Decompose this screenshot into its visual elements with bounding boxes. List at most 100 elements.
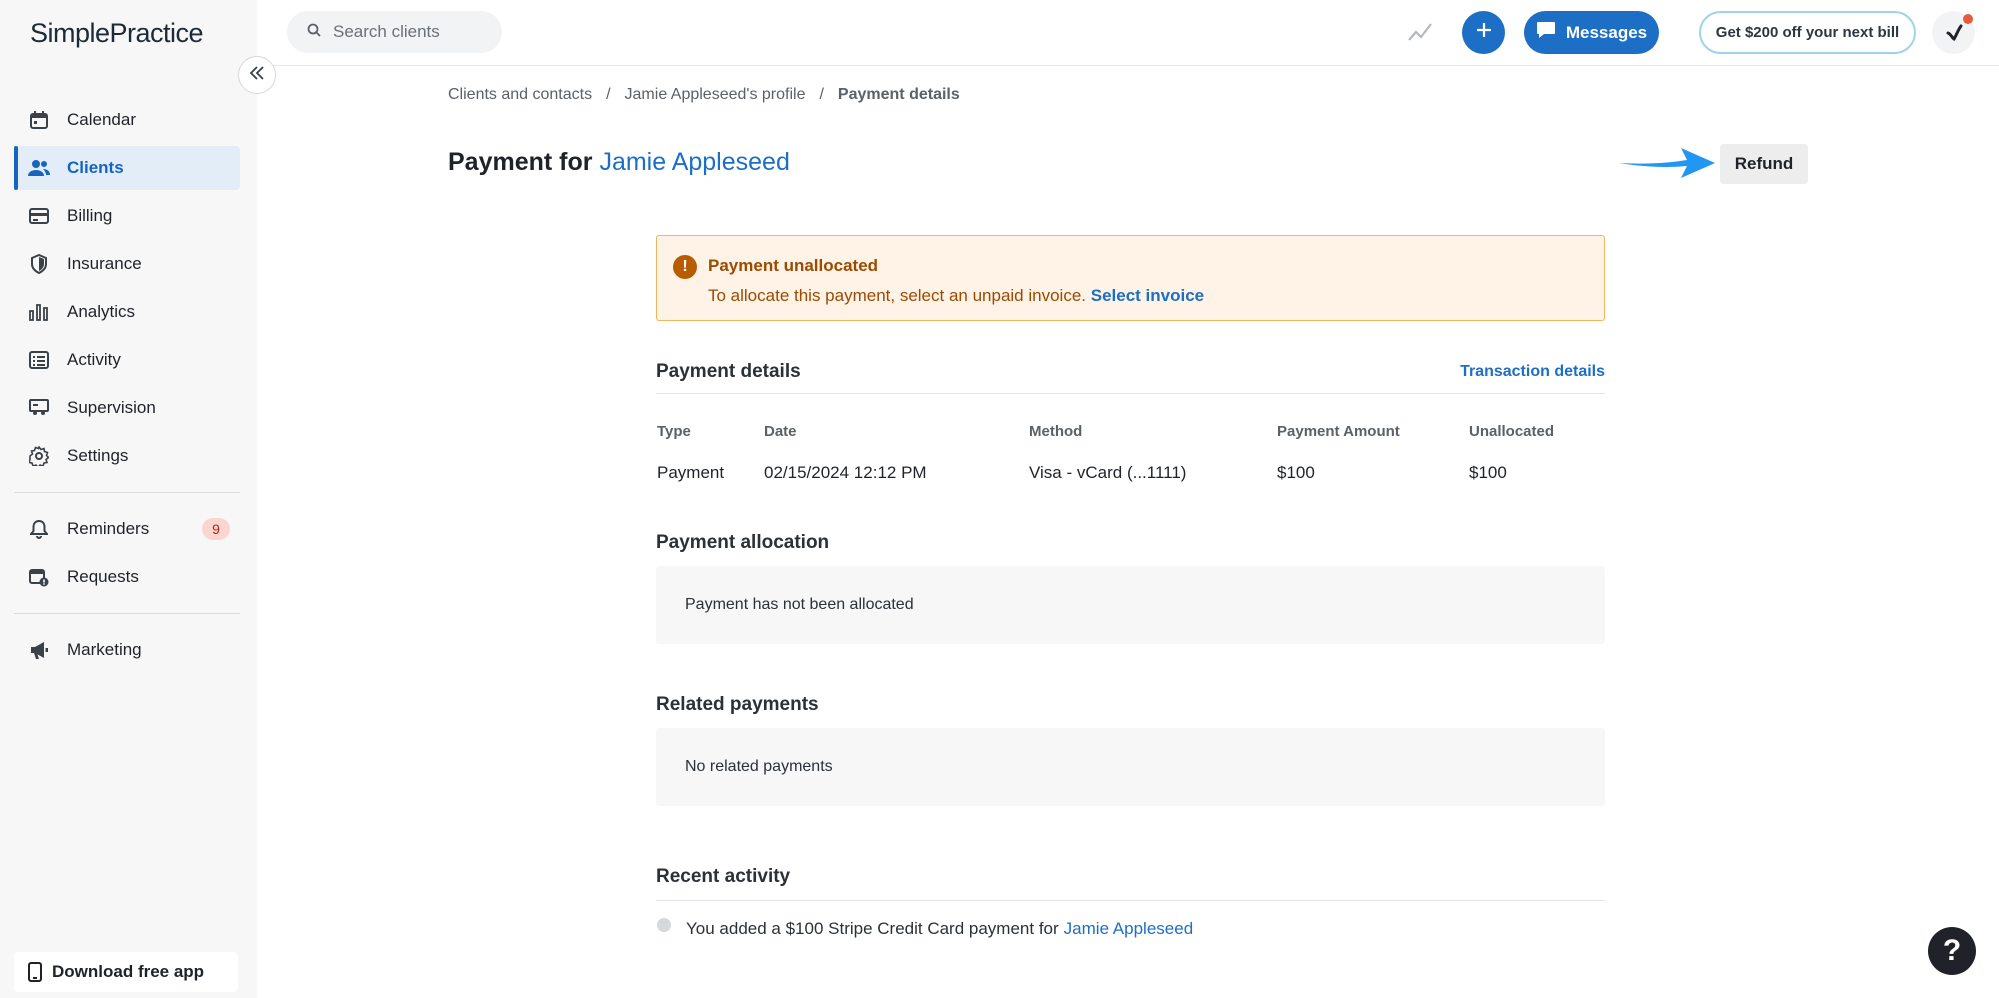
promo-offer-button[interactable]: Get $200 off your next bill — [1699, 11, 1916, 54]
table-cell: $100 — [1277, 463, 1315, 482]
related-payments-section: Related payments No related payments — [656, 694, 1605, 806]
sidebar-item-insurance[interactable]: Insurance — [14, 242, 240, 286]
payment-details-section: Payment details Transaction details Type… — [656, 361, 1605, 488]
gear-icon — [28, 445, 50, 467]
plus-icon — [1476, 22, 1492, 43]
top-bar: Messages Get $200 off your next bill — [257, 0, 1999, 66]
column-header: Method — [1029, 422, 1083, 440]
transaction-details-link[interactable]: Transaction details — [1460, 363, 1605, 381]
section-title: Related payments — [656, 694, 819, 715]
sidebar-item-marketing[interactable]: Marketing — [14, 628, 240, 672]
chat-bubble-icon — [1536, 21, 1556, 44]
sidebar-item-label: Insurance — [67, 254, 142, 273]
sidebar-item-label: Activity — [67, 350, 121, 369]
activity-client-link[interactable]: Jamie Appleseed — [1064, 919, 1193, 939]
user-logo-icon — [1946, 24, 1962, 41]
sidebar: SimplePractice Calendar Clients Billing … — [0, 0, 257, 998]
shield-icon — [28, 253, 50, 275]
recent-activity-section: Recent activity You added a $100 Stripe … — [656, 866, 1605, 939]
sidebar-item-reminders[interactable]: Reminders 9 — [14, 507, 240, 551]
section-header: Payment details Transaction details — [656, 361, 1605, 394]
sidebar-item-analytics[interactable]: Analytics — [14, 290, 240, 334]
table-header-row: Type Date Method Payment Amount Unalloca… — [656, 416, 1605, 446]
analytics-icon — [28, 301, 50, 323]
sidebar-item-label: Billing — [67, 206, 113, 225]
nav-divider — [14, 492, 240, 493]
messages-label: Messages — [1565, 22, 1648, 42]
search-icon — [307, 23, 321, 42]
column-header: Unallocated — [1469, 422, 1555, 440]
section-header: Recent activity — [656, 866, 1605, 901]
table-cell: $100 — [1469, 463, 1507, 482]
sidebar-item-label: Requests — [67, 567, 139, 586]
search-input[interactable] — [333, 22, 483, 42]
breadcrumb-clients-link[interactable]: Clients and contacts — [448, 86, 592, 104]
column-header: Type — [657, 422, 691, 440]
table-row: Payment 02/15/2024 12:12 PM Visa - vCard… — [656, 458, 1605, 488]
supervision-icon — [28, 397, 50, 419]
list-item: You added a $100 Stripe Credit Card paym… — [656, 918, 1605, 939]
user-avatar[interactable] — [1932, 11, 1975, 54]
sidebar-item-activity[interactable]: Activity — [14, 338, 240, 382]
messages-button[interactable]: Messages — [1524, 11, 1659, 54]
arrow-annotation-icon — [1617, 143, 1717, 188]
payment-details-table: Type Date Method Payment Amount Unalloca… — [656, 416, 1605, 488]
sidebar-item-settings[interactable]: Settings — [14, 434, 240, 478]
search-box[interactable] — [287, 11, 502, 53]
sidebar-nav: Calendar Clients Billing Insurance Analy… — [14, 98, 240, 676]
megaphone-icon — [28, 639, 50, 661]
sidebar-item-label: Reminders — [67, 519, 150, 538]
sidebar-item-label: Calendar — [67, 110, 136, 129]
create-new-button[interactable] — [1462, 11, 1505, 54]
sidebar-item-calendar[interactable]: Calendar — [14, 98, 240, 142]
calendar-icon — [28, 109, 50, 131]
reminders-count-badge: 9 — [202, 518, 230, 540]
double-chevron-left-icon — [249, 65, 265, 85]
sidebar-item-label: Settings — [67, 446, 129, 465]
page-title-prefix: Payment for — [448, 148, 593, 176]
table-cell: Visa - vCard (...1111) — [1029, 463, 1187, 482]
bell-icon — [28, 518, 50, 540]
table-cell: Payment — [657, 463, 725, 482]
related-empty-state: No related payments — [656, 728, 1605, 806]
trend-chart-icon[interactable] — [1407, 20, 1433, 49]
sidebar-item-label: Marketing — [67, 640, 142, 659]
breadcrumb-current: Payment details — [837, 86, 960, 103]
unallocated-alert: ! Payment unallocated To allocate this p… — [656, 235, 1605, 321]
clients-icon — [28, 157, 50, 179]
help-button[interactable]: ? — [1928, 927, 1976, 975]
sidebar-item-billing[interactable]: Billing — [14, 194, 240, 238]
breadcrumb: Clients and contacts / Jamie Appleseed's… — [448, 86, 960, 104]
section-title: Payment allocation — [656, 532, 830, 553]
download-app-label: Download free app — [52, 962, 205, 981]
select-invoice-link[interactable]: Select invoice — [1091, 286, 1204, 305]
download-app-button[interactable]: Download free app — [14, 952, 238, 992]
payment-allocation-section: Payment allocation Payment has not been … — [656, 532, 1605, 644]
requests-icon — [28, 566, 50, 588]
activity-icon — [28, 349, 50, 371]
column-header: Date — [764, 422, 797, 440]
notification-dot — [1963, 14, 1973, 24]
billing-icon — [28, 205, 50, 227]
sidebar-item-supervision[interactable]: Supervision — [14, 386, 240, 430]
table-cell: 02/15/2024 12:12 PM — [764, 463, 927, 482]
alert-body: To allocate this payment, select an unpa… — [708, 286, 1604, 306]
payment-content: ! Payment unallocated To allocate this p… — [656, 235, 1605, 939]
warning-icon: ! — [673, 255, 697, 279]
client-name-link[interactable]: Jamie Appleseed — [599, 148, 789, 176]
breadcrumb-profile-link[interactable]: Jamie Appleseed's profile — [625, 86, 806, 104]
sidebar-item-label: Analytics — [67, 302, 136, 321]
nav-divider — [14, 613, 240, 614]
refund-button[interactable]: Refund — [1720, 144, 1808, 184]
app-logo[interactable]: SimplePractice — [30, 18, 204, 49]
sidebar-item-label: Supervision — [67, 398, 156, 417]
sidebar-item-requests[interactable]: Requests — [14, 555, 240, 599]
allocation-empty-state: Payment has not been allocated — [656, 566, 1605, 644]
page-title: Payment for Jamie Appleseed — [448, 148, 790, 177]
breadcrumb-separator: / — [606, 86, 611, 103]
timeline-dot-icon — [657, 918, 671, 932]
activity-text: You added a $100 Stripe Credit Card paym… — [686, 919, 1059, 938]
phone-icon — [28, 962, 42, 982]
sidebar-item-clients[interactable]: Clients — [14, 146, 240, 190]
collapse-sidebar-button[interactable] — [238, 56, 276, 94]
